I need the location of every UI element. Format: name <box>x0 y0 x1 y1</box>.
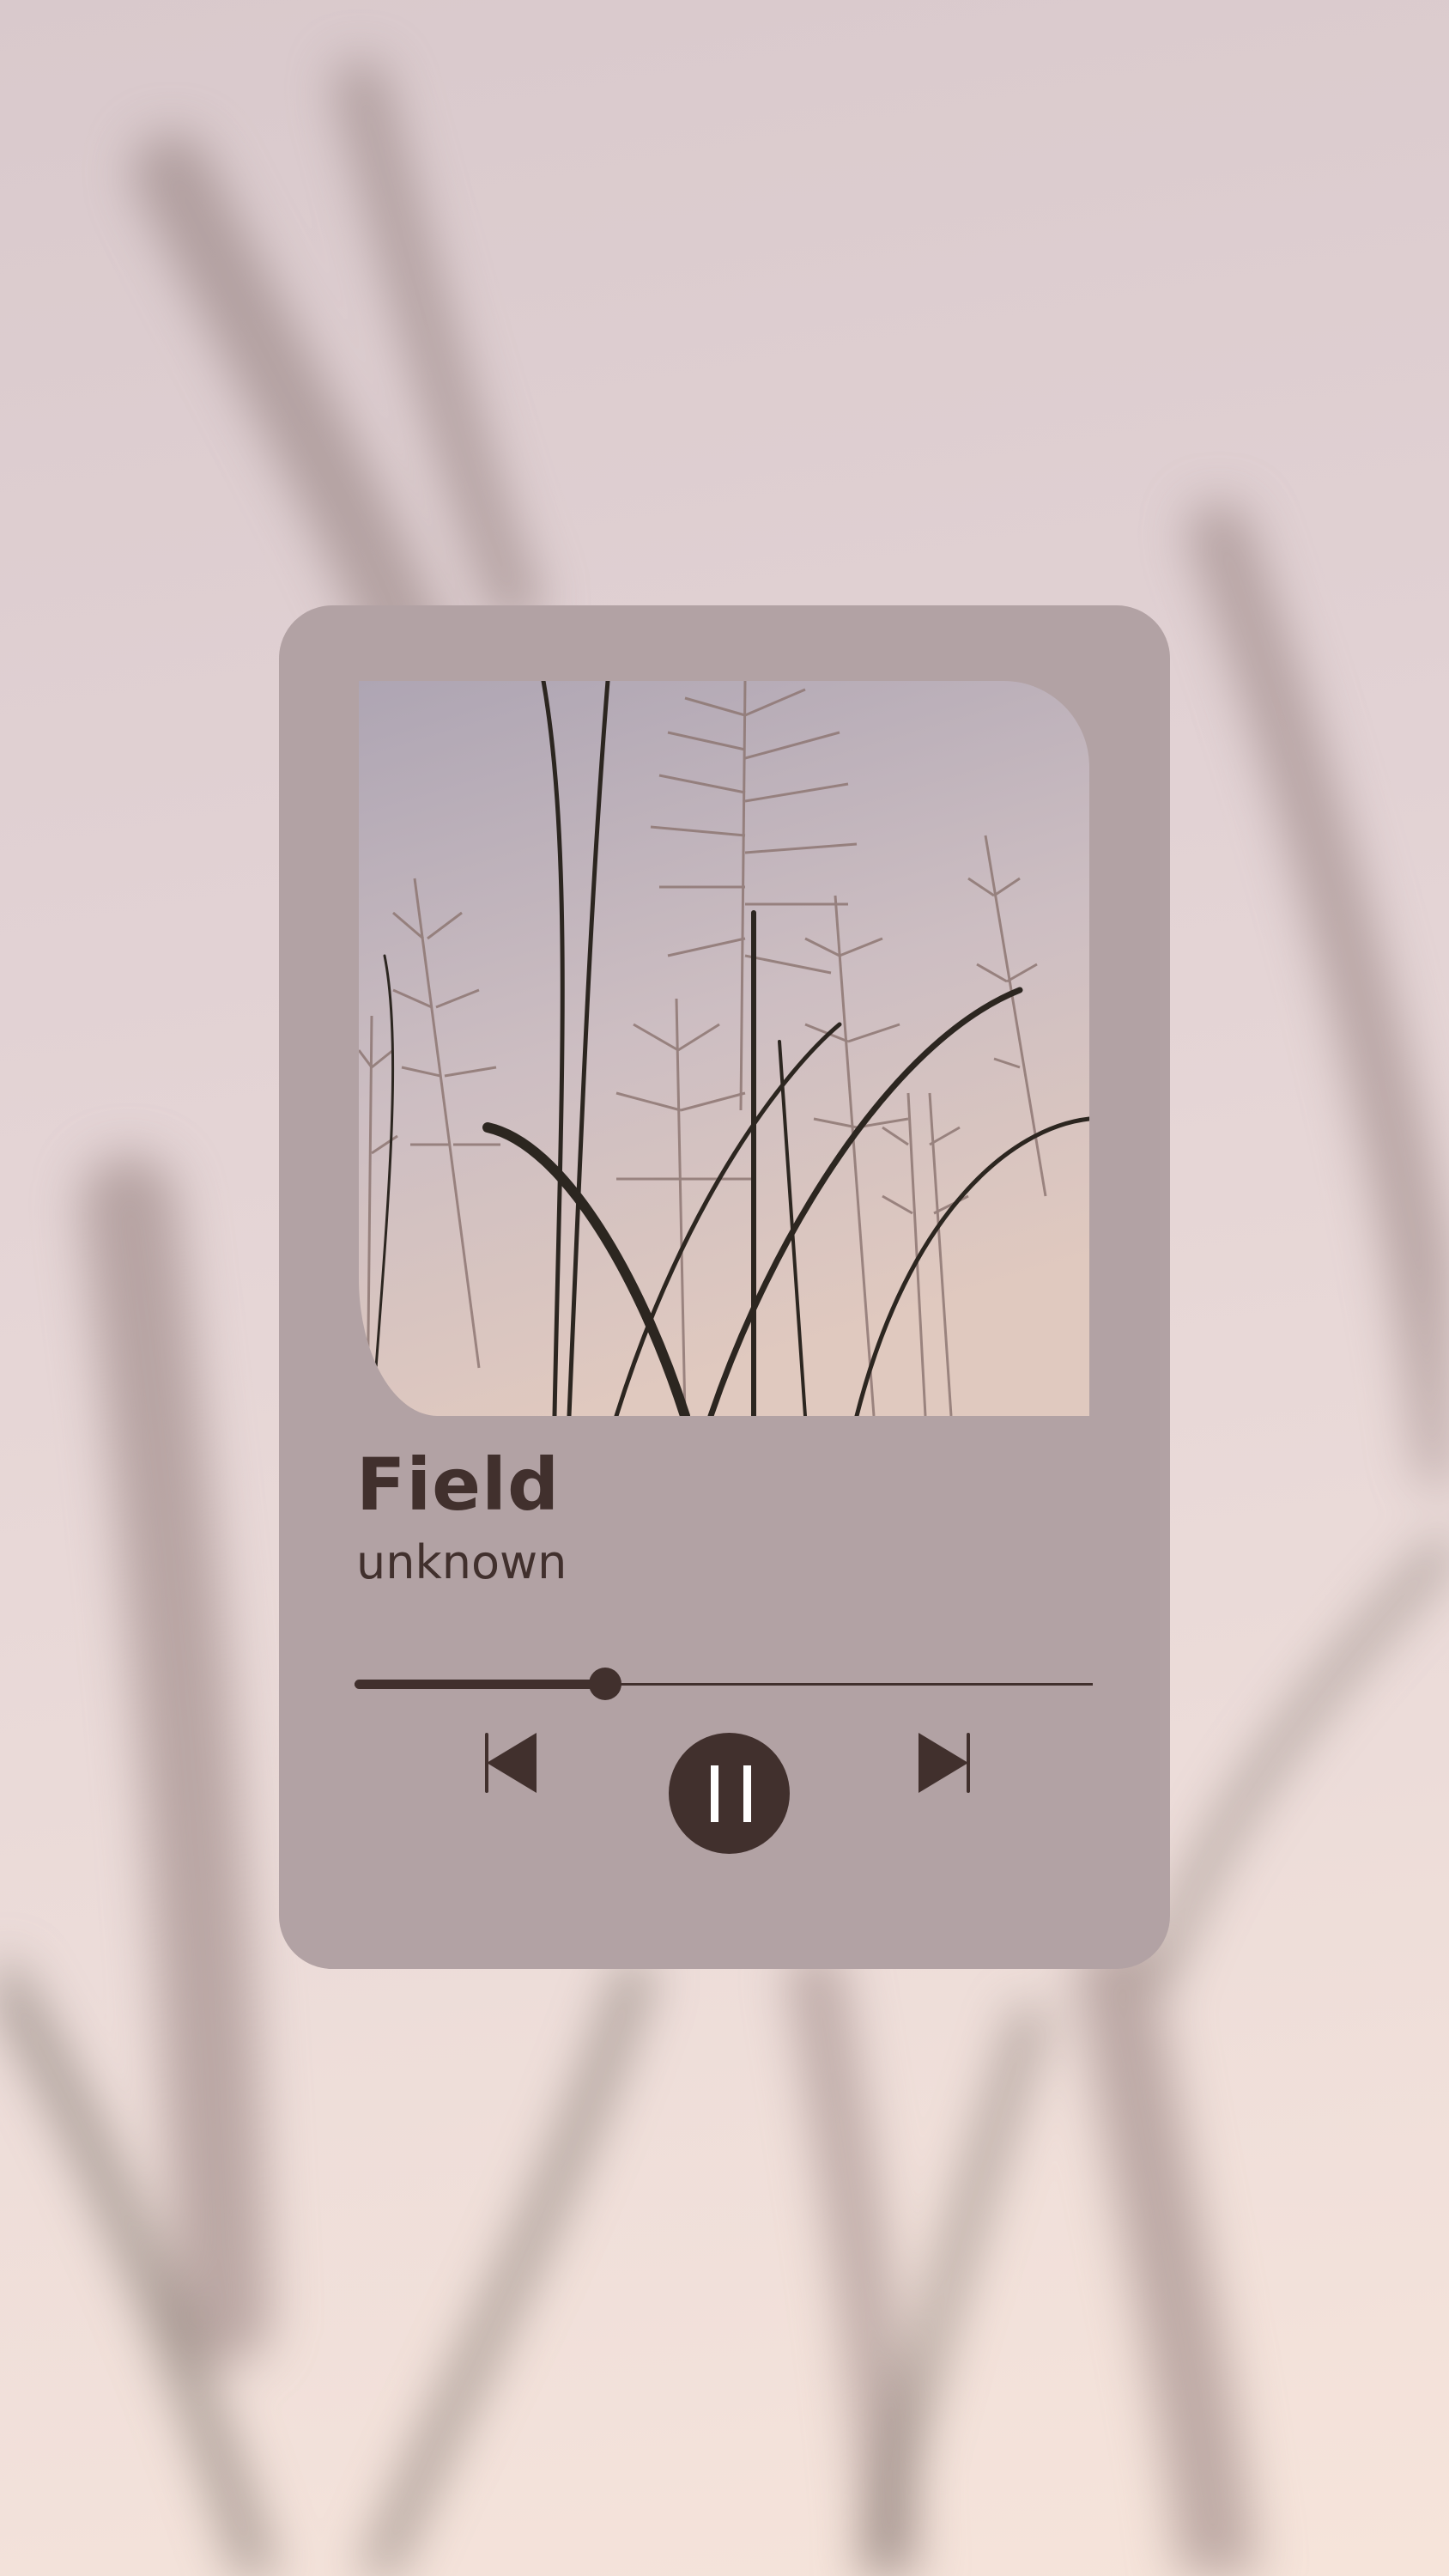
pause-button[interactable] <box>669 1733 790 1854</box>
music-player-card: Field unknown <box>279 605 1170 1969</box>
track-artist: unknown <box>356 1535 567 1589</box>
next-button[interactable] <box>917 1733 972 1793</box>
seek-progress <box>355 1680 606 1689</box>
skip-next-icon <box>919 1733 970 1793</box>
pause-icon-bar <box>743 1765 751 1822</box>
album-art <box>359 681 1089 1416</box>
pause-icon <box>711 1765 718 1822</box>
seek-slider[interactable] <box>355 1668 1093 1702</box>
track-title: Field <box>356 1443 561 1527</box>
seek-thumb[interactable] <box>589 1668 622 1700</box>
skip-previous-icon <box>485 1733 537 1793</box>
previous-button[interactable] <box>485 1733 540 1793</box>
